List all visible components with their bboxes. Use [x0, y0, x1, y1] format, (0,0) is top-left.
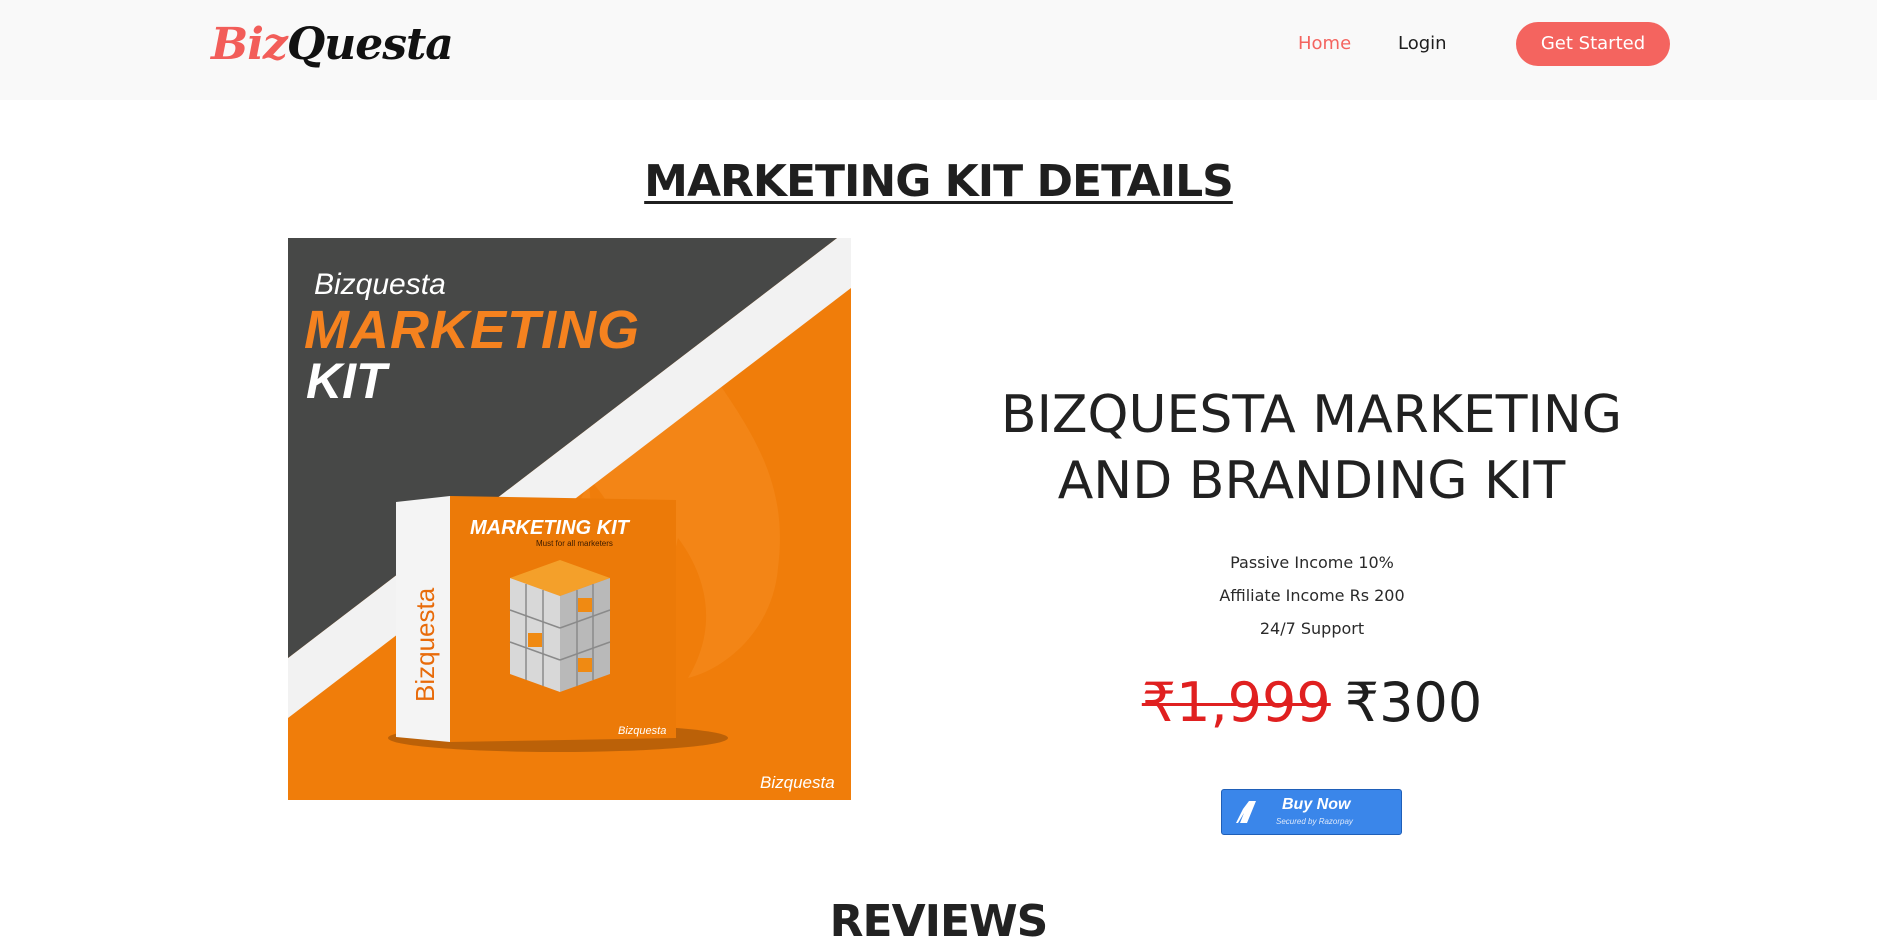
box-corner-brand-text: Bizquesta — [618, 725, 666, 737]
page-title: MARKETING KIT DETAILS — [0, 152, 1877, 212]
buy-now-sublabel: Secured by Razorpay — [1276, 817, 1353, 826]
razorpay-icon — [1236, 801, 1256, 823]
feature-list: Passive Income 10% Affiliate Income Rs 2… — [1012, 546, 1612, 645]
logo-questa-text: Questa — [286, 19, 454, 70]
original-price: ₹1,999 — [1141, 671, 1331, 734]
box-subtitle-text: Must for all marketers — [536, 539, 613, 548]
image-brand-text: Bizquesta — [314, 268, 446, 301]
page-title-text: MARKETING KIT DETAILS — [644, 156, 1234, 207]
image-headline-kit: KIT — [306, 353, 391, 409]
price-row: ₹1,999 ₹300 — [1012, 668, 1612, 738]
get-started-button[interactable]: Get Started — [1516, 22, 1670, 66]
image-headline-marketing: MARKETING — [304, 300, 640, 360]
feature-item: Affiliate Income Rs 200 — [1219, 586, 1405, 605]
box-title-text: MARKETING KIT — [470, 517, 631, 539]
nav-login-link[interactable]: Login — [1398, 28, 1447, 60]
box-side-brand-text: Bizquesta — [410, 587, 440, 702]
logo-biz-text: Biz — [211, 19, 288, 70]
cube-icon — [509, 560, 611, 692]
buy-now-label: Buy Now — [1282, 796, 1351, 813]
buy-now-button[interactable]: Buy Now Secured by Razorpay — [1221, 789, 1402, 835]
sale-price: ₹300 — [1344, 671, 1483, 734]
nav-home-link[interactable]: Home — [1298, 28, 1351, 60]
reviews-heading: REVIEWS — [829, 896, 1049, 947]
site-header: BizQuesta Home Login Get Started — [0, 0, 1877, 100]
product-image: Bizquesta MARKETING KIT MARKETING KIT Mu… — [288, 238, 851, 800]
corner-brand-text: Bizquesta — [760, 773, 835, 792]
product-name: BIZQUESTA MARKETING AND BRANDING KIT — [1000, 385, 1623, 511]
brand-logo[interactable]: BizQuesta — [211, 14, 454, 76]
feature-item: 24/7 Support — [1259, 619, 1365, 638]
feature-item: Passive Income 10% — [1230, 553, 1394, 572]
